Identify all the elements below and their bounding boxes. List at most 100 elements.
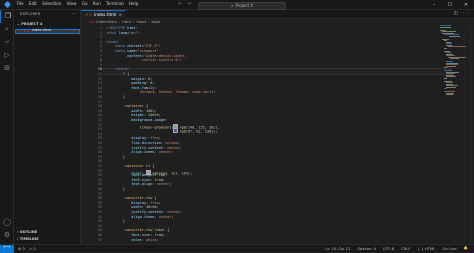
line-number: 3 (99, 35, 102, 40)
errors-count[interactable]: ⊗ 0 (18, 246, 25, 251)
chevron-right-icon: › (132, 19, 135, 25)
html-file-icon: <> (85, 12, 93, 18)
explorer-title: EXPLORER (20, 12, 41, 16)
line-number: 8 (99, 58, 102, 63)
project-label: PROJECT 4 (21, 22, 43, 26)
tab-label: index.html (94, 12, 117, 18)
minimap[interactable] (440, 25, 470, 105)
status-left: ⊗ 0 ⚠ 0 (18, 246, 36, 251)
line-number: 1 (99, 26, 102, 30)
line-number: 2 (99, 30, 102, 35)
line-number: 47 (97, 237, 102, 242)
search-icon[interactable]: ⌕ (0, 23, 14, 36)
outline-label: OUTLINE (19, 230, 38, 234)
status-right: Ln 10, Col 12 Spaces: 4 UTF-8 CRLF { } HTML G… (325, 246, 468, 251)
line-number: 46 (97, 233, 102, 237)
title-bar: File Edit Selection View Go Run Terminal Help ←… (0, 0, 474, 10)
search-label: Project 4 (235, 3, 253, 8)
minimap-line (446, 94, 453, 95)
minimap-line (450, 58, 459, 59)
search-icon: ⌕ (231, 3, 234, 8)
line-number: 36 (97, 187, 102, 191)
explorer-icon[interactable]: ❐ (0, 10, 15, 23)
status-item[interactable]: Go Live (442, 246, 456, 251)
editor-tabs: <> index.html × ◫··· (81, 10, 474, 20)
code-text: initial-scale=1.0"> (106, 58, 182, 63)
minimap-line (446, 86, 456, 88)
project-folder[interactable]: ⌄ PROJECT 4 (17, 22, 43, 27)
run-debug-icon[interactable]: ▷ (0, 49, 14, 62)
menu-selection[interactable]: Selection (40, 2, 65, 6)
breadcrumb-item[interactable]: head (136, 20, 145, 24)
file-item-index-html[interactable]: <> index.html (15, 28, 80, 34)
gear-icon[interactable]: ⚙ (0, 229, 14, 242)
menu-terminal[interactable]: Terminal (103, 2, 126, 6)
code-text: * { (122, 72, 130, 76)
line-number: 26 (97, 141, 102, 145)
code-editor[interactable]: 1 <!DOCTYPE html> 2 <html lang="en"> 3 4 <head… (81, 25, 474, 244)
vscode-logo-icon (0, 0, 14, 10)
close-icon[interactable]: ✕ (458, 0, 474, 10)
warnings-count[interactable]: ⚠ 0 (29, 246, 36, 251)
activity-bar: ❐ ⌕ ⑂ ▷ ⊞ ◯ ⚙ (0, 10, 14, 244)
menu-edit[interactable]: Edit (26, 2, 39, 6)
notifications-icon[interactable]: 🔔 (464, 246, 468, 251)
code-text: } (106, 219, 125, 224)
line-number: 16 (97, 95, 102, 99)
status-item[interactable]: { } HTML (418, 246, 436, 251)
close-tab-icon[interactable]: × (118, 13, 122, 17)
line-number: 5 (99, 44, 102, 49)
status-item[interactable]: UTF-8 (383, 246, 394, 251)
more-actions-icon[interactable]: ··· (72, 12, 76, 16)
arrow-left-icon[interactable]: ← (178, 1, 182, 7)
code-text: } (106, 95, 125, 99)
menu-run[interactable]: Run (90, 2, 103, 6)
extensions-icon[interactable]: ⊞ (0, 62, 14, 75)
explorer-sidebar: EXPLORER ··· ⌄ PROJECT 4 <> index.html ›… (14, 10, 81, 244)
status-item[interactable]: Ln 10, Col 12 (325, 246, 350, 251)
line-number: 11 (97, 72, 102, 76)
source-control-icon[interactable]: ⑂ (0, 36, 14, 49)
status-item[interactable]: Spaces: 4 (357, 246, 375, 251)
account-icon[interactable]: ◯ (0, 216, 14, 229)
timeline-section[interactable]: › TIMELINE (17, 237, 39, 242)
minimap-line (444, 88, 447, 89)
html-file-icon: <> (23, 28, 30, 33)
minimap-line (446, 65, 456, 67)
menu-help[interactable]: Help (126, 2, 141, 6)
minimap-line (446, 76, 456, 77)
menu-go[interactable]: Go (79, 2, 90, 6)
arrow-right-icon[interactable]: → (187, 1, 191, 7)
code-text: .container h1 { (122, 164, 155, 168)
breadcrumb-item[interactable]: index.html (96, 20, 116, 24)
minimap-line (444, 77, 447, 79)
line-number: 41 (97, 210, 102, 214)
line-number: 6 (99, 49, 102, 53)
minimap-line (444, 47, 447, 49)
breadcrumb-item[interactable]: style (151, 20, 160, 24)
vertical-scrollbar[interactable] (470, 25, 474, 244)
more-actions-icon[interactable]: ··· (460, 11, 470, 16)
code-text: background-image: (131, 118, 168, 122)
menu-file[interactable]: File (14, 2, 26, 6)
code-line: 47 color: white; (81, 237, 474, 244)
minimize-icon[interactable]: – (426, 0, 442, 10)
minimap-line (444, 67, 447, 68)
menu-bar: File Edit Selection View Go Run Terminal Help (14, 2, 141, 6)
remote-indicator-icon[interactable]: ⟷ (0, 244, 14, 253)
breadcrumb-item[interactable]: html (122, 20, 131, 24)
outline-section[interactable]: › OUTLINE (17, 230, 38, 235)
line-number: 31 (97, 164, 102, 168)
code-text: color: white; (131, 237, 159, 242)
minimap-line (448, 35, 460, 37)
minimap-line (440, 26, 451, 28)
code-text: <html lang="en"> (106, 30, 140, 35)
command-center-search[interactable]: ⌕ Project 4 (198, 2, 286, 10)
timeline-label: TIMELINE (19, 237, 39, 241)
chevron-right-icon: › (147, 19, 150, 25)
html-file-icon: <> (89, 19, 96, 25)
editor-actions: ◫··· (453, 11, 470, 17)
status-item[interactable]: CRLF (401, 246, 411, 251)
maximize-icon[interactable]: ☐ (442, 0, 458, 10)
menu-view[interactable]: View (64, 2, 79, 6)
